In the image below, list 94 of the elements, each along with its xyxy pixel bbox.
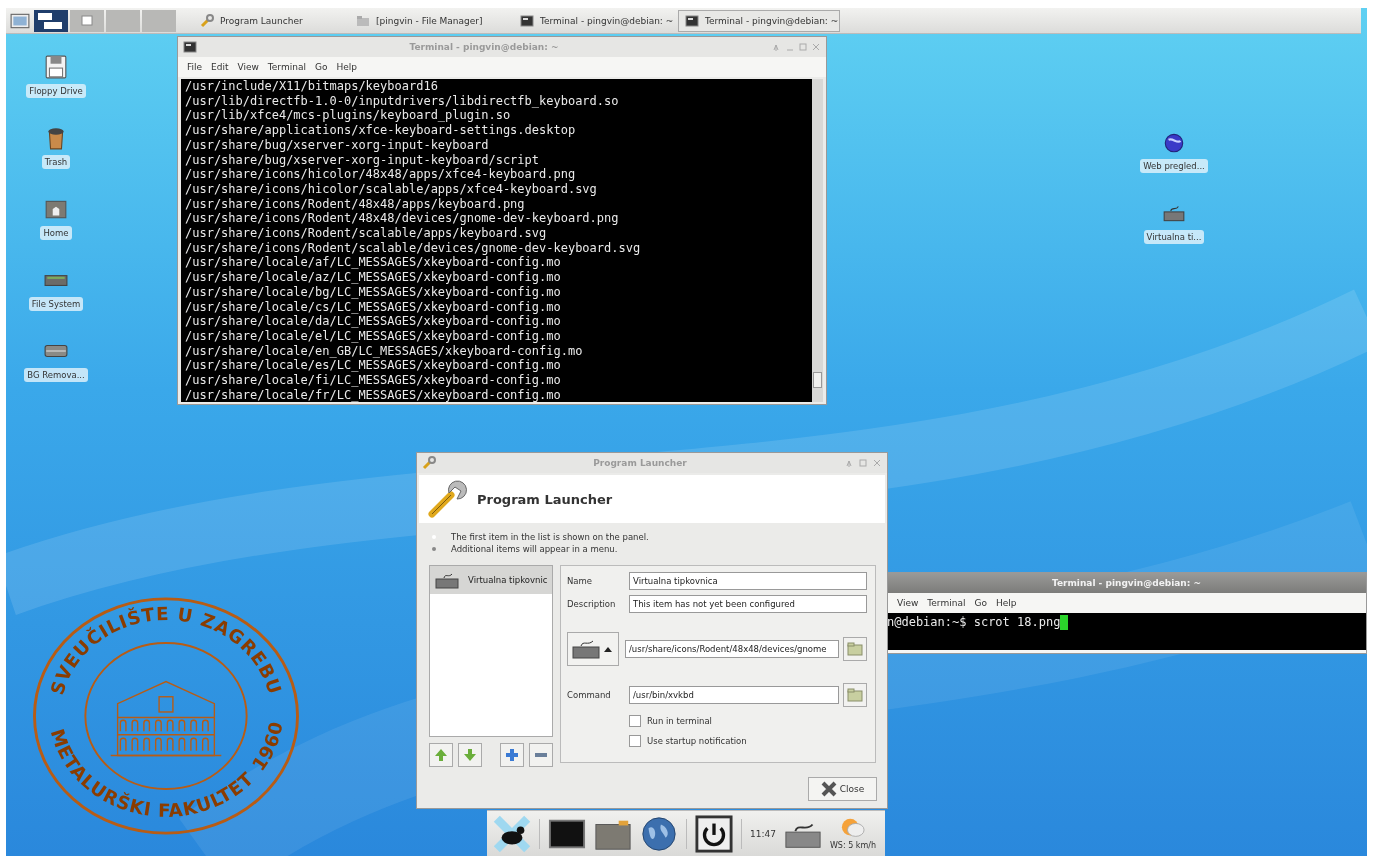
menu-item[interactable]: Edit xyxy=(211,62,229,72)
text-cursor xyxy=(1060,615,1069,630)
terminal-line: /usr/share/locale/es/LC_MESSAGES/xkeyboard-config.mo xyxy=(185,358,562,374)
desktop-icon-label[interactable]: Home xyxy=(40,226,72,240)
terminal-line: /usr/share/locale/fr/LC_MESSAGES/xkeyboard-config.mo xyxy=(185,387,562,403)
globe-icon[interactable] xyxy=(640,814,678,853)
terminal-line: /usr/share/icons/Rodent/48x48/devices/gnome-dev-keyboard.png xyxy=(185,211,620,227)
terminal-line: /usr/share/locale/en_GB/LC_MESSAGES/xkeyboard-config.mo xyxy=(185,343,584,359)
workspace-switcher-cell[interactable] xyxy=(106,9,140,32)
workspace-switcher-cell[interactable] xyxy=(34,9,68,32)
workspace-switcher-cell[interactable] xyxy=(142,9,176,32)
description-field[interactable]: This item has not yet been configured xyxy=(629,595,867,613)
checkbox-label[interactable]: Use startup notification xyxy=(647,736,747,746)
terminal-line: /usr/share/icons/Rodent/scalable/devices/gnome-dev-keyboard.svg xyxy=(185,240,642,256)
checkbox[interactable] xyxy=(629,735,641,747)
window-title: Terminal - pingvin@debian: ~ xyxy=(408,42,560,52)
checkbox[interactable] xyxy=(629,715,641,727)
checkbox-label[interactable]: Run in terminal xyxy=(647,716,712,726)
desktop-icon-label[interactable]: Web pregled... xyxy=(1140,159,1208,173)
field-label: Name xyxy=(567,576,594,586)
terminal-line: /usr/share/locale/fi/LC_MESSAGES/xkeyboard-config.mo xyxy=(185,373,562,388)
power-icon[interactable] xyxy=(695,814,733,853)
scroll-arrows-icon xyxy=(431,532,437,554)
menu-item[interactable]: View xyxy=(237,62,259,72)
desktop-icon-label[interactable]: Floppy Drive xyxy=(26,84,86,98)
wrench-icon xyxy=(200,13,214,28)
clock[interactable]: 11:47 xyxy=(750,828,776,839)
menu-item[interactable]: File xyxy=(187,62,203,72)
add-button[interactable] xyxy=(500,743,524,767)
wrench-icon xyxy=(427,479,467,519)
folder-icon xyxy=(356,13,370,28)
move-up-button[interactable] xyxy=(429,743,453,767)
icon-path-field[interactable]: /usr/share/icons/Rodent/48x48/devices/gnome xyxy=(625,640,839,658)
terminal-line: /usr/share/locale/af/LC_MESSAGES/xkeyboard-config.mo xyxy=(185,255,562,271)
desktop-icon-label[interactable]: BG Remova... xyxy=(24,368,88,382)
icon-chooser-button[interactable] xyxy=(567,632,619,666)
weather-reading[interactable]: WS: 5 km/h xyxy=(829,841,876,850)
keyboard-icon xyxy=(434,571,460,589)
list-item[interactable]: Virtualna tipkovnic xyxy=(430,566,552,594)
down-arrow-icon xyxy=(462,747,478,763)
terminal-line: /usr/share/locale/cs/LC_MESSAGES/xkeyboard-config.mo xyxy=(185,299,562,315)
menu-item[interactable]: Help xyxy=(995,598,1017,608)
taskbar-button[interactable]: Terminal - pingvin@debian: ~ xyxy=(678,9,840,32)
terminal-line: /usr/share/icons/hicolor/scalable/apps/xfce4-keyboard.svg xyxy=(185,181,598,197)
show-desktop-icon[interactable] xyxy=(10,12,30,29)
remove-button[interactable] xyxy=(529,743,553,767)
plus-icon xyxy=(504,747,520,763)
terminal-line: /usr/share/icons/Rodent/48x48/apps/keyboard.png xyxy=(185,196,526,212)
desktop-icon-label[interactable]: File System xyxy=(28,297,84,311)
field-label: Command xyxy=(567,690,612,700)
terminal-line: n@debian:~$ scrot 18.png xyxy=(887,615,1061,630)
terminal-icon xyxy=(685,13,699,28)
name-field[interactable]: Virtualna tipkovnica xyxy=(629,572,867,590)
menu-item[interactable]: Terminal xyxy=(927,598,966,608)
terminal-line: /usr/share/bug/xserver-xorg-input-keyboard/script xyxy=(185,152,540,168)
close-button[interactable]: Close xyxy=(808,777,877,801)
dialog-heading: Program Launcher xyxy=(477,491,613,507)
terminal-icon xyxy=(520,13,534,28)
workspace-switcher-cell[interactable] xyxy=(70,9,104,32)
desktop-icon-label[interactable]: Trash xyxy=(41,155,71,169)
window-title: Terminal - pingvin@debian: ~ xyxy=(1050,578,1203,588)
command-field[interactable]: /usr/bin/xvkbd xyxy=(629,686,839,704)
terminal-line: /usr/share/locale/el/LC_MESSAGES/xkeyboard-config.mo xyxy=(185,328,562,344)
up-arrow-icon xyxy=(433,747,449,763)
menu-item[interactable]: Go xyxy=(314,62,328,72)
menu-item[interactable]: Go xyxy=(974,598,987,608)
terminal-line: /usr/share/applications/xfce-keyboard-settings.desktop xyxy=(185,123,577,138)
terminal-icon xyxy=(183,40,197,54)
field-label: Description xyxy=(567,599,617,609)
close-icon xyxy=(820,781,837,797)
mouse-logo-icon[interactable] xyxy=(493,814,531,853)
taskbar-button[interactable]: Terminal - pingvin@debian: ~ xyxy=(514,9,676,32)
taskbar-button[interactable]: [pingvin - File Manager] xyxy=(350,9,512,32)
window-title: Program Launcher xyxy=(592,458,688,468)
menu-item[interactable]: Help xyxy=(336,62,357,72)
terminal-line: /usr/share/icons/hicolor/48x48/apps/xfce4-keyboard.png xyxy=(185,167,577,182)
terminal-line: /usr/share/locale/az/LC_MESSAGES/xkeyboard-config.mo xyxy=(185,270,562,285)
scrollbar[interactable] xyxy=(812,79,823,403)
browse-button[interactable] xyxy=(843,637,867,661)
terminal-line: /usr/include/X11/bitmaps/keyboard16 xyxy=(185,79,439,94)
desktop-icon-label[interactable]: Virtualna ti... xyxy=(1143,230,1205,244)
terminal-line: /usr/lib/xfce4/mcs-plugins/keyboard_plugin.so xyxy=(185,108,512,124)
info-text: The first item in the list is shown on the panel. Additional items will appear in a menu. xyxy=(451,531,650,555)
move-down-button[interactable] xyxy=(458,743,482,767)
terminal-line: /usr/share/locale/da/LC_MESSAGES/xkeyboard-config.mo xyxy=(185,314,562,329)
wrench-icon xyxy=(422,456,436,470)
terminal-line: /usr/lib/directfb-1.0-0/inputdrivers/libdirectfb_keyboard.so xyxy=(185,93,620,109)
terminal-line: /usr/share/icons/Rodent/scalable/apps/keyboard.svg xyxy=(185,226,548,241)
terminal-line: /usr/share/locale/bg/LC_MESSAGES/xkeyboard-config.mo xyxy=(185,284,562,300)
taskbar-button[interactable]: Program Launcher xyxy=(186,9,348,32)
menu-item[interactable]: Terminal xyxy=(267,62,306,72)
browse-button[interactable] xyxy=(843,683,867,707)
terminal-line: /usr/share/bug/xserver-xorg-input-keyboard xyxy=(185,137,490,153)
menu-item[interactable]: View xyxy=(897,598,919,608)
